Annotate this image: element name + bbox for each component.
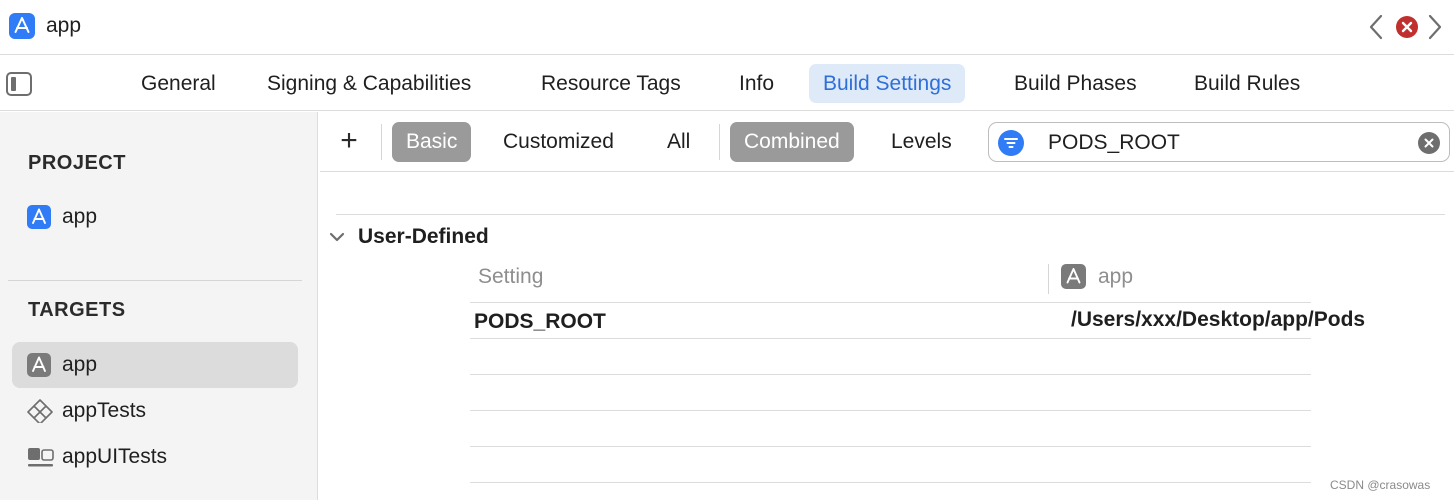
app-target-icon <box>27 353 51 377</box>
column-header-target: app <box>1098 265 1134 288</box>
sidebar-divider <box>8 280 302 281</box>
project-section-header: PROJECT <box>28 152 126 174</box>
targets-section-header: TARGETS <box>28 299 126 321</box>
tab-build-settings[interactable]: Build Settings <box>809 64 966 103</box>
sidebar-item-label: app <box>62 353 98 376</box>
editor-tab-bar: General Signing & Capabilities Resource … <box>0 56 1454 111</box>
row-divider <box>470 302 1311 303</box>
scope-basic-button[interactable]: Basic <box>392 122 472 162</box>
row-divider <box>470 374 1311 375</box>
sidebar-item-label: appUITests <box>62 445 168 468</box>
tab-resource-tags[interactable]: Resource Tags <box>527 64 695 103</box>
sidebar-item-label: app <box>62 205 98 228</box>
divider <box>381 124 382 160</box>
tab-build-rules[interactable]: Build Rules <box>1180 64 1314 103</box>
scope-customized-button[interactable]: Customized <box>489 122 628 162</box>
build-settings-editor: + Basic Customized All Combined Levels P… <box>320 112 1454 500</box>
unit-test-icon <box>27 399 53 425</box>
app-target-icon <box>1061 264 1086 289</box>
sidebar-item-target-apptests[interactable]: appTests <box>12 388 298 434</box>
app-store-icon <box>27 205 51 229</box>
sidebar-item-target-app[interactable]: app <box>12 342 298 388</box>
project-navigator: PROJECT app TARGETS app appTests appUITe… <box>0 112 318 500</box>
tab-build-phases[interactable]: Build Phases <box>1000 64 1151 103</box>
sidebar-item-project-app[interactable]: app <box>12 194 298 240</box>
app-store-icon <box>9 13 35 39</box>
row-divider <box>470 482 1311 483</box>
row-divider <box>470 338 1311 339</box>
filter-icon[interactable] <box>998 130 1024 156</box>
add-setting-button[interactable]: + <box>336 126 362 156</box>
sidebar-item-label: appTests <box>62 399 147 422</box>
sidebar-toggle-icon[interactable] <box>6 72 32 96</box>
tab-signing-capabilities[interactable]: Signing & Capabilities <box>253 64 485 103</box>
tab-general[interactable]: General <box>127 64 230 103</box>
ui-test-icon <box>27 445 54 469</box>
view-combined-button[interactable]: Combined <box>730 122 854 162</box>
column-divider <box>1048 264 1049 294</box>
row-divider <box>470 410 1311 411</box>
title-bar: app <box>0 0 1454 55</box>
chevron-down-icon[interactable] <box>328 228 346 246</box>
divider <box>336 214 1445 215</box>
chevron-left-icon[interactable] <box>1366 12 1386 42</box>
scope-all-button[interactable]: All <box>653 122 704 162</box>
column-header-setting: Setting <box>478 265 544 288</box>
settings-group-title: User-Defined <box>358 225 489 248</box>
error-icon[interactable] <box>1396 16 1418 38</box>
watermark-text: CSDN @crasowas <box>1330 478 1431 492</box>
setting-name-pods-root[interactable]: PODS_ROOT <box>474 310 606 334</box>
divider <box>719 124 720 160</box>
search-field[interactable]: PODS_ROOT <box>988 122 1450 162</box>
clear-search-icon[interactable] <box>1418 132 1440 154</box>
window-title: app <box>46 14 82 37</box>
search-input[interactable]: PODS_ROOT <box>1048 130 1180 156</box>
build-settings-filter-bar: + Basic Customized All Combined Levels P… <box>320 112 1454 172</box>
sidebar-item-target-appuitests[interactable]: appUITests <box>12 434 298 480</box>
setting-value-pods-root[interactable]: /Users/xxx/Desktop/app/Pods <box>1071 308 1365 332</box>
view-levels-button[interactable]: Levels <box>877 122 966 162</box>
chevron-right-icon[interactable] <box>1425 12 1445 42</box>
row-divider <box>470 446 1311 447</box>
tab-info[interactable]: Info <box>725 64 788 103</box>
